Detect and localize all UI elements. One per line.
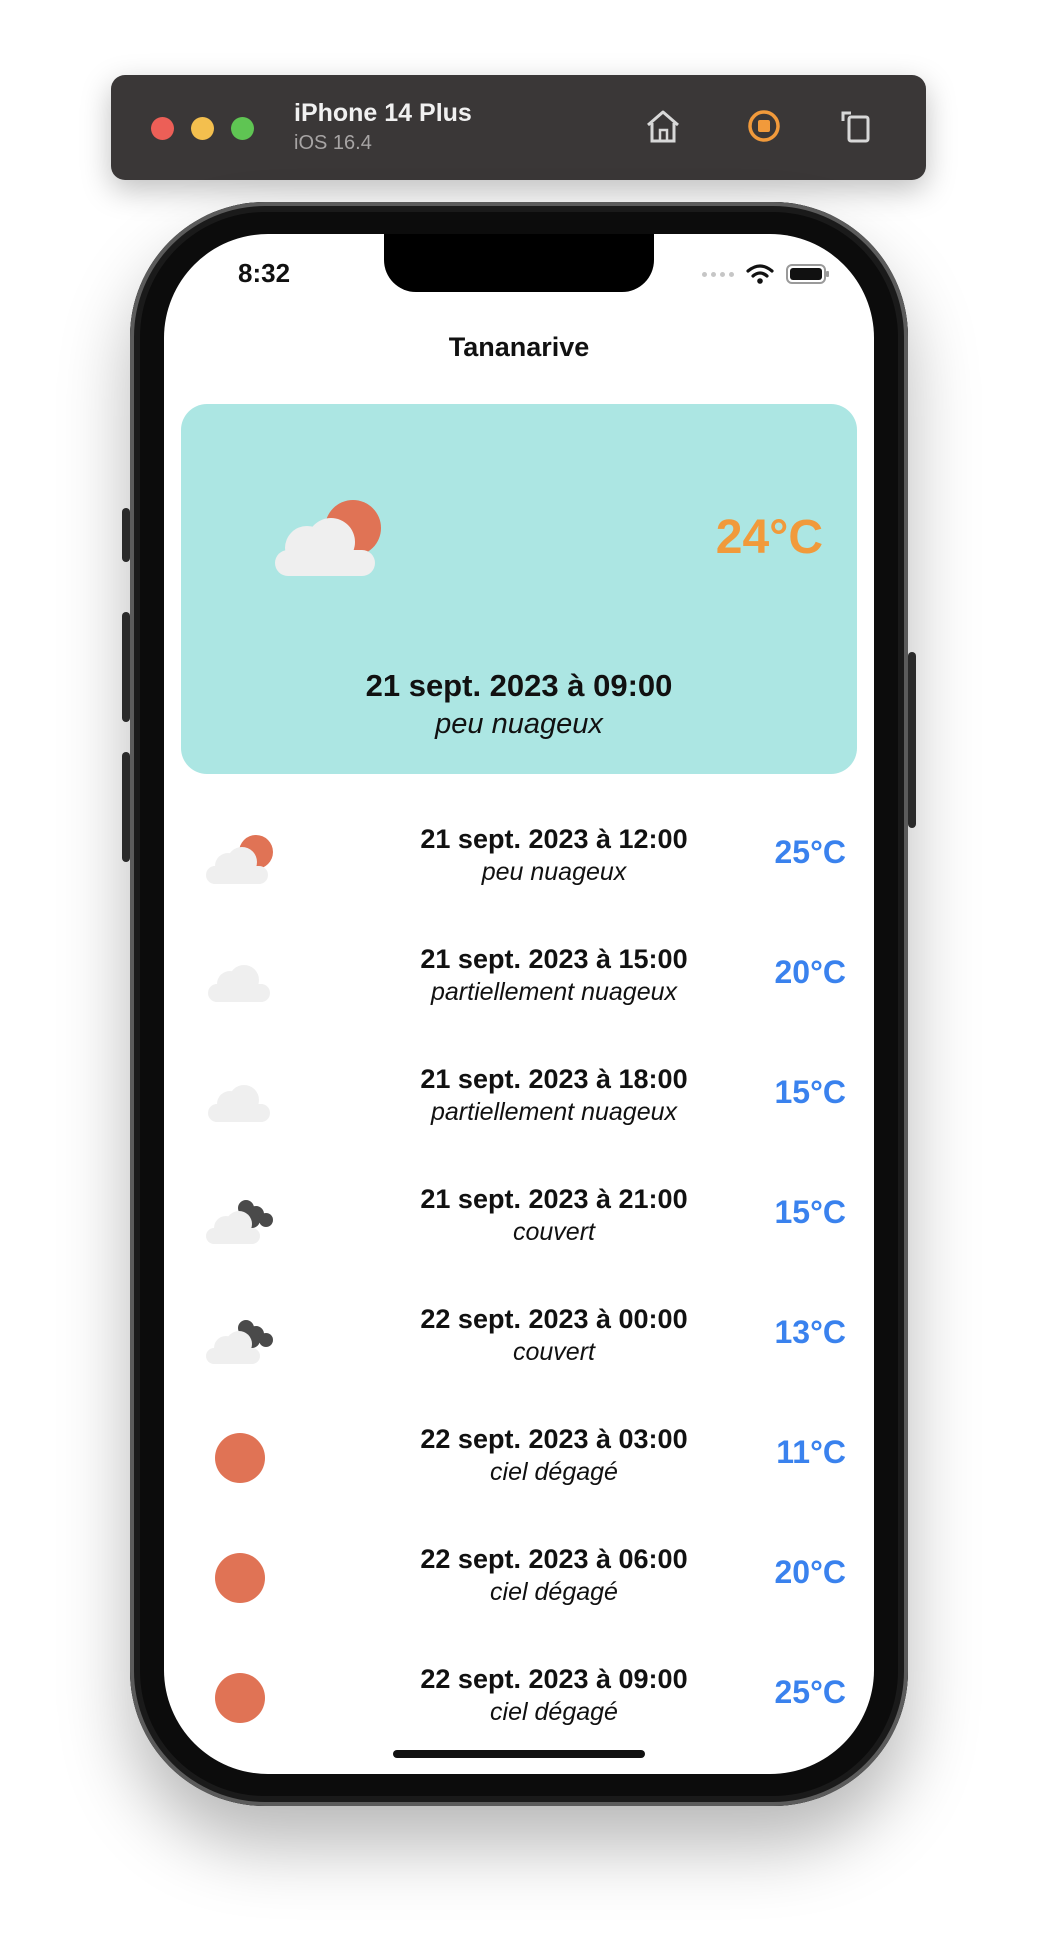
current-description: peu nuageux: [435, 708, 603, 740]
volume-down-button: [122, 752, 130, 862]
forecast-description: ciel dégagé: [490, 1698, 618, 1726]
signal-icon: [702, 271, 734, 277]
current-datetime: 21 sept. 2023 à 09:00: [365, 668, 673, 703]
forecast-datetime: 21 sept. 2023 à 12:00: [420, 824, 688, 854]
forecast-row[interactable]: 21 sept. 2023 à 21:00 couvert 15°C: [164, 1166, 874, 1286]
cloud-icon: [208, 1085, 270, 1122]
device-name: iPhone 14 Plus: [294, 99, 472, 127]
forecast-datetime: 21 sept. 2023 à 18:00: [420, 1064, 688, 1094]
forecast-row[interactable]: 21 sept. 2023 à 12:00 peu nuageux 25°C: [164, 806, 874, 926]
simulator-toolbar: iPhone 14 Plus iOS 16.4: [111, 75, 926, 180]
forecast-row[interactable]: 22 sept. 2023 à 09:00 ciel dégagé 25°C: [164, 1646, 874, 1766]
os-version: iOS 16.4: [294, 132, 372, 154]
current-temperature: 24°C: [715, 511, 823, 564]
forecast-datetime: 22 sept. 2023 à 03:00: [420, 1424, 688, 1454]
forecast-row[interactable]: 22 sept. 2023 à 06:00 ciel dégagé 20°C: [164, 1526, 874, 1646]
battery-icon: [786, 264, 829, 284]
forecast-temperature: 15°C: [774, 1194, 847, 1230]
forecast-description: couvert: [513, 1338, 595, 1366]
forecast-datetime: 22 sept. 2023 à 09:00: [420, 1664, 688, 1694]
forecast-description: partiellement nuageux: [431, 1098, 677, 1126]
forecast-description: partiellement nuageux: [431, 978, 677, 1006]
forecast-temperature: 20°C: [774, 954, 847, 990]
forecast-row[interactable]: 21 sept. 2023 à 18:00 partiellement nuag…: [164, 1046, 874, 1166]
forecast-row[interactable]: 22 sept. 2023 à 03:00 ciel dégagé 11°C: [164, 1406, 874, 1526]
forecast-temperature: 20°C: [774, 1554, 847, 1590]
forecast-datetime: 21 sept. 2023 à 15:00: [420, 944, 688, 974]
sun-icon: [215, 1673, 265, 1723]
overcast-icon: [206, 1200, 273, 1244]
forecast-description: couvert: [513, 1218, 595, 1246]
zoom-window-button[interactable]: [231, 117, 254, 140]
city-title: Tananarive: [448, 332, 590, 362]
home-icon[interactable]: [640, 103, 686, 149]
status-time: 8:32: [238, 258, 291, 288]
sun-behind-cloud-icon: [206, 835, 273, 884]
forecast-description: ciel dégagé: [490, 1578, 618, 1606]
forecast-row[interactable]: 21 sept. 2023 à 15:00 partiellement nuag…: [164, 926, 874, 1046]
close-window-button[interactable]: [151, 117, 174, 140]
rotate-icon[interactable]: [834, 103, 880, 149]
notch: [384, 234, 654, 292]
home-indicator[interactable]: [393, 1750, 645, 1758]
wifi-icon: [746, 264, 774, 284]
forecast-description: ciel dégagé: [490, 1458, 618, 1486]
forecast-temperature: 11°C: [776, 1434, 846, 1470]
mute-switch: [122, 508, 130, 562]
stop-record-icon[interactable]: [741, 103, 787, 149]
forecast-row[interactable]: 22 sept. 2023 à 00:00 couvert 13°C: [164, 1286, 874, 1406]
forecast-temperature: 25°C: [774, 834, 847, 870]
sun-icon: [215, 1553, 265, 1603]
sun-behind-cloud-icon: [275, 500, 381, 576]
forecast-description: peu nuageux: [481, 858, 627, 886]
minimize-window-button[interactable]: [191, 117, 214, 140]
cloud-icon: [208, 965, 270, 1002]
power-button: [908, 652, 916, 828]
forecast-datetime: 22 sept. 2023 à 00:00: [420, 1304, 688, 1334]
forecast-datetime: 22 sept. 2023 à 06:00: [420, 1544, 688, 1574]
sun-icon: [215, 1433, 265, 1483]
forecast-temperature: 15°C: [774, 1074, 847, 1110]
forecast-list[interactable]: 21 sept. 2023 à 12:00 peu nuageux 25°C 2…: [164, 806, 874, 1766]
status-indicators: [702, 262, 830, 286]
forecast-temperature: 13°C: [774, 1314, 847, 1350]
overcast-icon: [206, 1320, 273, 1364]
app-screen: 8:32 Tananarive 24°C 21 sept. 2023 à 09:…: [164, 234, 874, 1774]
volume-up-button: [122, 612, 130, 722]
phone-frame: 8:32 Tananarive 24°C 21 sept. 2023 à 09:…: [122, 202, 916, 1806]
current-weather-card: 24°C 21 sept. 2023 à 09:00 peu nuageux: [181, 404, 857, 774]
forecast-datetime: 21 sept. 2023 à 21:00: [420, 1184, 688, 1214]
forecast-temperature: 25°C: [774, 1674, 847, 1710]
